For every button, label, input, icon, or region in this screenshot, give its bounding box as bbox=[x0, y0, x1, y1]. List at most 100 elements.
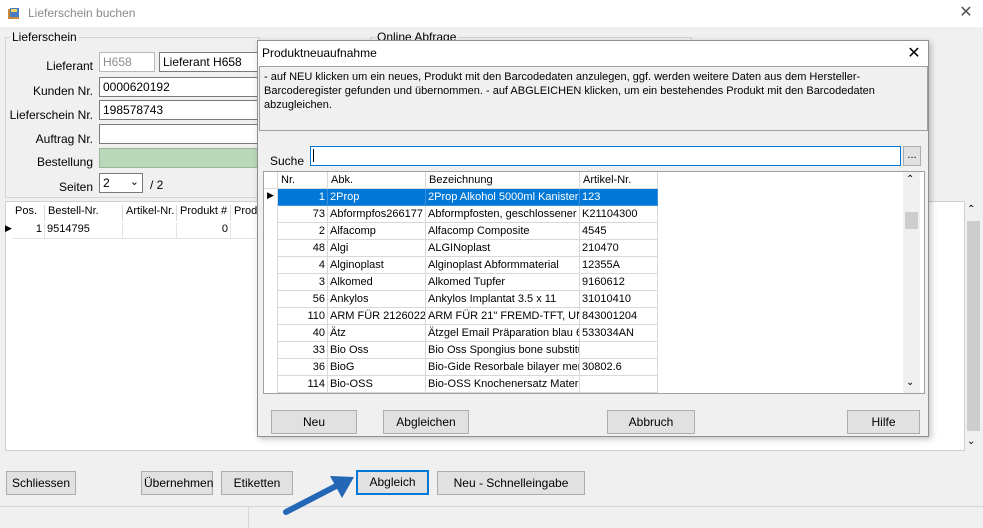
table-row[interactable]: 40 Ätz Ätzgel Email Präparation blau 6g 533… bbox=[264, 325, 658, 342]
column-header-produkt[interactable]: Produkt # bbox=[177, 205, 231, 221]
scroll-down-icon[interactable]: ⌄ bbox=[906, 377, 914, 388]
table-cell-bezeichnung[interactable]: Ätzgel Email Präparation blau 6g bbox=[426, 325, 580, 342]
table-cell-bezeichnung[interactable]: Alkomed Tupfer bbox=[426, 274, 580, 291]
table-cell-artikel-nr[interactable]: 30802.6 bbox=[580, 359, 658, 376]
table-cell-bezeichnung[interactable]: 2Prop Alkohol 5000ml Kanister bbox=[426, 189, 580, 206]
product-scroll-thumb[interactable] bbox=[905, 212, 918, 229]
positions-scroll-thumb[interactable] bbox=[967, 221, 980, 431]
table-row[interactable]: 33 Bio Oss Bio Oss Spongius bone substitut bbox=[264, 342, 658, 359]
window-close-icon[interactable]: ✕ bbox=[955, 3, 977, 23]
column-header-artikel-nr[interactable]: Artikel-Nr. bbox=[580, 172, 658, 189]
table-cell-bezeichnung[interactable]: Bio-OSS Knochenersatz Materia bbox=[426, 376, 580, 393]
table-cell-artikel-nr[interactable]: 843001204 bbox=[580, 308, 658, 325]
row-header[interactable] bbox=[264, 325, 278, 342]
row-header[interactable] bbox=[264, 206, 278, 223]
lieferant-code-field[interactable]: H658 bbox=[99, 52, 155, 72]
table-row[interactable]: 3 Alkomed Alkomed Tupfer 9160612 bbox=[264, 274, 658, 291]
table-cell-nr[interactable]: 36 bbox=[278, 359, 328, 376]
column-header-pos[interactable]: Pos. bbox=[12, 205, 45, 221]
row-header[interactable] bbox=[264, 257, 278, 274]
table-cell-abk[interactable]: Abformpfos266177 bbox=[328, 206, 426, 223]
table-cell-nr[interactable]: 48 bbox=[278, 240, 328, 257]
table-cell-artikel-nr[interactable]: 123 bbox=[580, 189, 658, 206]
lieferant-name-field[interactable]: Lieferant H658 bbox=[159, 52, 269, 72]
column-header-bezeichnung[interactable]: Bezeichnung bbox=[426, 172, 580, 189]
table-cell-nr[interactable]: 56 bbox=[278, 291, 328, 308]
table-cell-artikel-nr[interactable]: 4545 bbox=[580, 223, 658, 240]
table-row[interactable]: 56 Ankylos Ankylos Implantat 3.5 x 11 31010… bbox=[264, 291, 658, 308]
table-cell-abk[interactable]: Ankylos bbox=[328, 291, 426, 308]
row-header[interactable] bbox=[264, 308, 278, 325]
table-cell-bestell-nr[interactable]: 9514795 bbox=[45, 223, 123, 239]
dialog-close-icon[interactable]: ✕ bbox=[903, 43, 925, 65]
table-row[interactable]: 110 ARM FÜR 2126022 ARM FÜR 21" FREMD-TFT,… bbox=[264, 308, 658, 325]
table-cell-pos[interactable]: 1 bbox=[12, 223, 45, 239]
table-cell-bezeichnung[interactable]: ARM FÜR 21" FREMD-TFT, UN bbox=[426, 308, 580, 325]
abbruch-button[interactable]: Abbruch bbox=[607, 410, 695, 434]
scroll-down-icon[interactable]: ⌄ bbox=[967, 436, 975, 447]
column-header-produkt-name[interactable]: Produ bbox=[231, 205, 263, 221]
row-header[interactable] bbox=[264, 274, 278, 291]
abgleich-button[interactable]: Abgleich bbox=[356, 470, 429, 495]
table-cell-abk[interactable]: ARM FÜR 2126022 bbox=[328, 308, 426, 325]
column-header-artikel-nr[interactable]: Artikel-Nr. bbox=[123, 205, 177, 221]
row-header[interactable] bbox=[264, 342, 278, 359]
table-cell-nr[interactable]: 1 bbox=[278, 189, 328, 206]
table-cell-artikel-nr[interactable]: 533034AN bbox=[580, 325, 658, 342]
table-cell-artikel-nr[interactable]: 210470 bbox=[580, 240, 658, 257]
neu-schnelleingabe-button[interactable]: Neu - Schnelleingabe bbox=[437, 471, 585, 495]
product-grid[interactable]: Nr. Abk. Bezeichnung Artikel-Nr. ▶ 1 2Prop… bbox=[263, 171, 925, 394]
table-row[interactable]: 2 Alfacomp Alfacomp Composite 4545 bbox=[264, 223, 658, 240]
neu-button[interactable]: Neu bbox=[271, 410, 357, 434]
table-cell-abk[interactable]: Alfacomp bbox=[328, 223, 426, 240]
table-cell-artikel-nr[interactable]: 12355A bbox=[580, 257, 658, 274]
table-cell-abk[interactable]: BioG bbox=[328, 359, 426, 376]
table-cell-abk[interactable]: 2Prop bbox=[328, 189, 426, 206]
row-header[interactable] bbox=[264, 223, 278, 240]
column-header-abk[interactable]: Abk. bbox=[328, 172, 426, 189]
table-cell-abk[interactable]: Bio-OSS bbox=[328, 376, 426, 393]
table-cell-nr[interactable]: 40 bbox=[278, 325, 328, 342]
table-row[interactable]: 48 Algi ALGINoplast 210470 bbox=[264, 240, 658, 257]
table-cell-produkt[interactable]: 0 bbox=[177, 223, 231, 239]
table-cell-abk[interactable]: Alkomed bbox=[328, 274, 426, 291]
product-scrollbar[interactable] bbox=[903, 172, 920, 393]
table-cell-bezeichnung[interactable]: Alfacomp Composite bbox=[426, 223, 580, 240]
table-row[interactable]: 36 BioG Bio-Gide Resorbale bilayer memb 308… bbox=[264, 359, 658, 376]
hilfe-button[interactable]: Hilfe bbox=[847, 410, 920, 434]
table-cell-nr[interactable]: 33 bbox=[278, 342, 328, 359]
table-row[interactable]: ▶ 1 2Prop 2Prop Alkohol 5000ml Kanister 123 bbox=[264, 189, 658, 206]
table-cell-artikel-nr[interactable] bbox=[580, 376, 658, 393]
table-cell-abk[interactable]: Algi bbox=[328, 240, 426, 257]
table-cell-nr[interactable]: 73 bbox=[278, 206, 328, 223]
kunden-nr-field[interactable]: 0000620192 bbox=[99, 77, 269, 97]
column-header-bestell-nr[interactable]: Bestell-Nr. bbox=[45, 205, 123, 221]
schliessen-button[interactable]: Schliessen bbox=[6, 471, 76, 495]
search-browse-button[interactable]: ... bbox=[903, 146, 921, 166]
abgleichen-button[interactable]: Abgleichen bbox=[383, 410, 469, 434]
table-cell-bezeichnung[interactable]: ALGINoplast bbox=[426, 240, 580, 257]
scroll-up-icon[interactable]: ⌃ bbox=[906, 174, 914, 185]
search-input[interactable] bbox=[310, 146, 901, 166]
table-row[interactable]: 114 Bio-OSS Bio-OSS Knochenersatz Materia bbox=[264, 376, 658, 393]
auftrag-nr-field[interactable] bbox=[99, 124, 269, 144]
table-row[interactable]: 4 Alginoplast Alginoplast Abformmaterial 12… bbox=[264, 257, 658, 274]
seiten-combobox[interactable]: 2 ⌄ bbox=[99, 173, 143, 193]
uebernehmen-button[interactable]: Übernehmen bbox=[141, 471, 213, 495]
table-cell-artikel-nr[interactable]: K21104300 bbox=[580, 206, 658, 223]
table-cell-abk[interactable]: Bio Oss bbox=[328, 342, 426, 359]
scroll-up-icon[interactable]: ⌃ bbox=[967, 204, 975, 215]
table-cell-artikel-nr[interactable]: 9160612 bbox=[580, 274, 658, 291]
table-cell-produkt-name[interactable] bbox=[231, 223, 258, 239]
row-header[interactable] bbox=[264, 376, 278, 393]
row-header[interactable] bbox=[264, 359, 278, 376]
table-cell-bezeichnung[interactable]: Bio-Gide Resorbale bilayer memb bbox=[426, 359, 580, 376]
table-cell-bezeichnung[interactable]: Alginoplast Abformmaterial bbox=[426, 257, 580, 274]
table-cell-artikel-nr[interactable] bbox=[123, 223, 177, 239]
table-cell-nr[interactable]: 2 bbox=[278, 223, 328, 240]
lieferschein-nr-field[interactable]: 198578743 bbox=[99, 100, 269, 120]
table-cell-nr[interactable]: 114 bbox=[278, 376, 328, 393]
row-header[interactable] bbox=[264, 291, 278, 308]
table-cell-abk[interactable]: Ätz bbox=[328, 325, 426, 342]
table-row[interactable]: 73 Abformpfos266177 Abformpfosten, geschlo… bbox=[264, 206, 658, 223]
